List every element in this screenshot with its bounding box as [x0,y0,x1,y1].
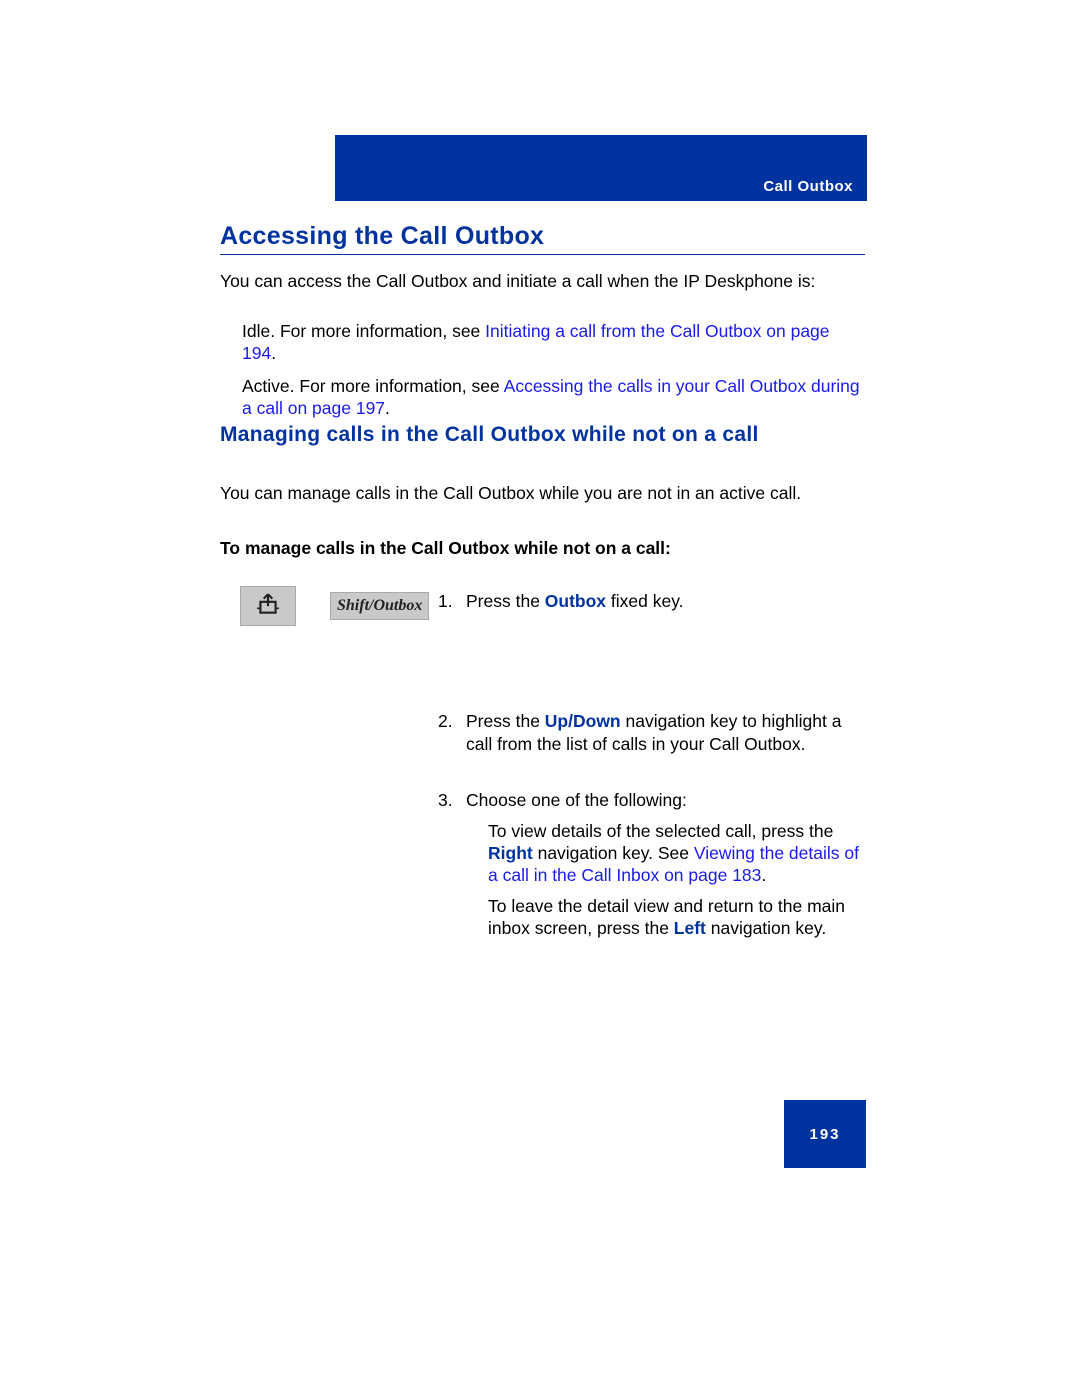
step-body: Press the Up/Down navigation key to high… [466,710,865,755]
header-bar: Call Outbox [335,135,867,201]
bullet-text: Idle. For more information, see [242,321,485,341]
bullet-idle: Idle. For more information, see Initiati… [242,320,865,365]
substep-b: To leave the detail view and return to t… [488,895,865,940]
step-number: 3. [438,789,466,939]
step-text: Press the [466,711,545,731]
substep-text: To view details of the selected call, pr… [488,821,833,841]
bullet-suffix: . [385,398,390,418]
page-number-badge: 193 [784,1100,866,1168]
step-1: 1. Press the Outbox fixed key. [438,590,865,612]
intro-paragraph: You can access the Call Outbox and initi… [220,270,865,292]
step-text: Press the [466,591,545,611]
step-number: 2. [438,710,466,755]
steps-list: 1. Press the Outbox fixed key. 2. Press … [438,590,865,940]
step-3: 3. Choose one of the following: To view … [438,789,865,939]
substep-text: navigation key. [706,918,826,938]
heading-accessing-call-outbox: Accessing the Call Outbox [220,222,865,255]
step-lead: Choose one of the following: [466,789,865,811]
header-label: Call Outbox [763,178,853,195]
outbox-keycap [240,586,296,626]
step-2: 2. Press the Up/Down navigation key to h… [438,710,865,755]
keyword-updown: Up/Down [545,711,621,731]
outbox-icon [255,591,281,622]
intro2-paragraph: You can manage calls in the Call Outbox … [220,482,865,504]
shift-outbox-keycap: Shift/Outbox [330,592,429,620]
substep-text: navigation key. See [533,843,694,863]
bullet-suffix: . [271,343,276,363]
substep-suffix: . [761,865,766,885]
keyword-right: Right [488,843,533,863]
bullet-list: Idle. For more information, see Initiati… [242,320,865,430]
step-text: fixed key. [606,591,684,611]
step-body: Choose one of the following: To view det… [466,789,865,939]
heading-managing-calls: Managing calls in the Call Outbox while … [220,422,865,447]
procedure-heading: To manage calls in the Call Outbox while… [220,538,865,559]
keyword-outbox: Outbox [545,591,606,611]
bullet-active: Active. For more information, see Access… [242,375,865,420]
step-body: Press the Outbox fixed key. [466,590,865,612]
keyword-left: Left [674,918,706,938]
substep-a: To view details of the selected call, pr… [488,820,865,887]
step-number: 1. [438,590,466,612]
bullet-text: Active. For more information, see [242,376,504,396]
page-number: 193 [809,1126,840,1143]
keycap-row: Shift/Outbox [240,586,429,626]
